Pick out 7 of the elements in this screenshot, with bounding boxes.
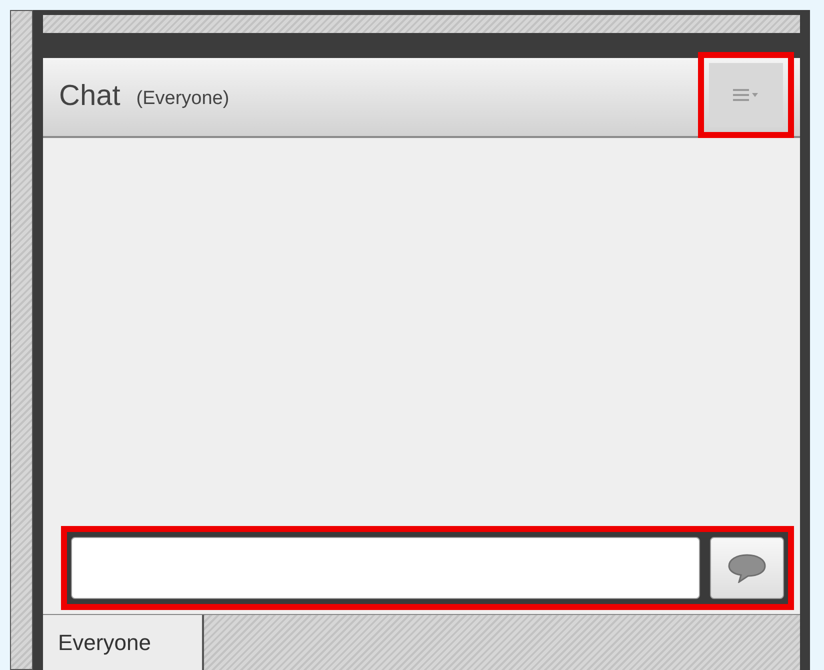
send-button[interactable] (710, 537, 784, 599)
speech-bubble-icon (727, 553, 767, 583)
pod-title: Chat (59, 79, 120, 114)
menu-icon (733, 88, 759, 102)
audience-tab[interactable]: Everyone (43, 615, 204, 670)
audience-label: (Everyone) (136, 86, 230, 111)
message-field[interactable] (71, 537, 700, 599)
